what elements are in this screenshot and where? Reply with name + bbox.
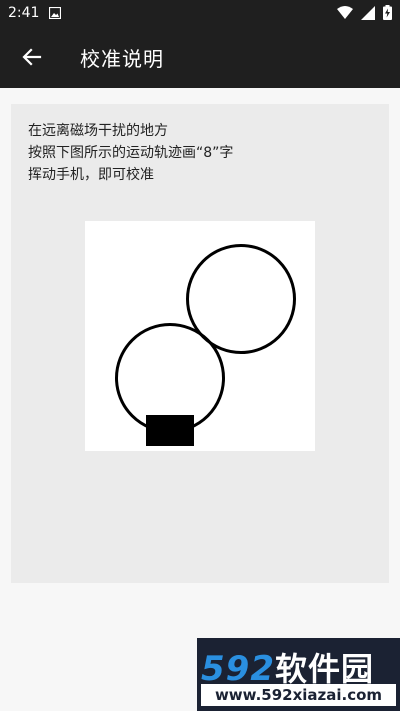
- watermark-url: www.592xiazai.com: [201, 684, 396, 706]
- arrow-left-icon: [22, 48, 42, 66]
- figure-eight-diagram: [85, 221, 315, 451]
- instruction-text: 在远离磁场干扰的地方 按照下图所示的运动轨迹画“8”字 挥动手机，即可校准: [28, 120, 233, 186]
- app-bar: 校准说明: [0, 26, 400, 88]
- instruction-line-1: 在远离磁场干扰的地方: [28, 123, 168, 139]
- status-time: 2:41: [8, 5, 40, 21]
- image-notification-icon: [49, 6, 62, 20]
- instruction-card: 在远离磁场干扰的地方 按照下图所示的运动轨迹画“8”字 挥动手机，即可校准: [11, 104, 389, 583]
- phone-block: [146, 415, 194, 446]
- watermark-brand-text: 软件园: [274, 650, 374, 688]
- status-bar: 2:41: [0, 0, 400, 26]
- back-button[interactable]: [16, 41, 48, 73]
- instruction-line-2: 按照下图所示的运动轨迹画“8”字: [28, 145, 234, 161]
- instruction-line-3: 挥动手机，即可校准: [28, 167, 154, 183]
- signal-icon: [361, 5, 375, 24]
- watermark-logo: 592软件园 www.592xiazai.com: [197, 638, 400, 711]
- watermark-brand-number: 592: [201, 649, 275, 689]
- page-title: 校准说明: [80, 46, 164, 71]
- status-icons: [337, 5, 392, 24]
- battery-charging-icon: [383, 5, 392, 24]
- wifi-icon: [337, 5, 353, 24]
